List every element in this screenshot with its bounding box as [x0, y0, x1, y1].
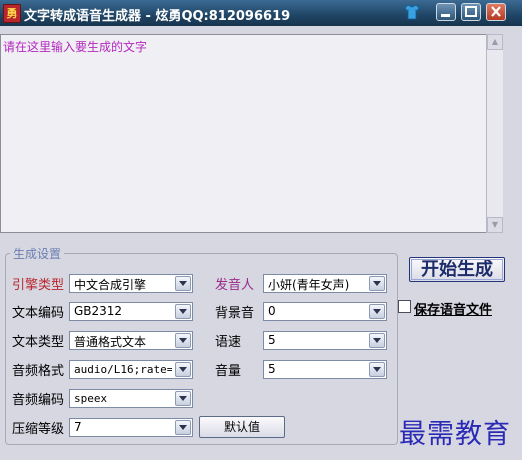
- speed-label: 语速: [215, 335, 242, 350]
- audio-encoding-label: 音频编码: [12, 393, 65, 408]
- text-area-scrollbar[interactable]: ▲ ▼: [486, 34, 503, 233]
- chevron-down-icon[interactable]: [369, 362, 385, 377]
- chevron-down-icon[interactable]: [369, 276, 385, 291]
- chevron-down-icon[interactable]: [175, 304, 191, 319]
- chevron-down-icon[interactable]: [175, 420, 191, 435]
- maximize-button[interactable]: [461, 3, 481, 21]
- scroll-down-icon[interactable]: ▼: [487, 217, 503, 233]
- text-input-content: 请在这里输入要生成的文字: [3, 40, 148, 54]
- speaker-value: 小妍(青年女声): [268, 278, 350, 292]
- chevron-down-icon[interactable]: [369, 333, 385, 348]
- engine-type-select[interactable]: 中文合成引擎: [69, 274, 193, 293]
- chevron-down-icon[interactable]: [175, 276, 191, 291]
- watermark: 最需教育: [399, 419, 511, 450]
- background-sound-label: 背景音: [215, 306, 255, 321]
- volume-value: 5: [268, 362, 276, 376]
- chevron-down-icon[interactable]: [175, 362, 191, 377]
- audio-encoding-select[interactable]: speex: [69, 389, 193, 408]
- chevron-down-icon[interactable]: [175, 333, 191, 348]
- audio-encoding-value: speex: [74, 392, 108, 405]
- background-sound-select[interactable]: 0: [263, 302, 387, 321]
- compression-level-value: 7: [74, 420, 82, 434]
- speed-value: 5: [268, 333, 276, 347]
- text-encoding-value: GB2312: [74, 304, 123, 318]
- title-bar: 勇 文字转成语音生成器 - 炫勇QQ:812096619: [0, 0, 522, 26]
- engine-type-value: 中文合成引擎: [74, 278, 147, 292]
- compression-level-label: 压缩等级: [12, 422, 65, 437]
- text-type-label: 文本类型: [12, 335, 65, 350]
- speed-select[interactable]: 5: [263, 331, 387, 350]
- engine-type-label: 引擎类型: [12, 278, 65, 293]
- minimize-button[interactable]: [436, 3, 456, 21]
- save-audio-checkbox[interactable]: [398, 300, 411, 313]
- speaker-label: 发音人: [215, 278, 255, 293]
- chevron-down-icon[interactable]: [175, 391, 191, 406]
- close-button[interactable]: [486, 3, 506, 21]
- text-input-area[interactable]: 请在这里输入要生成的文字: [0, 34, 503, 233]
- text-encoding-label: 文本编码: [12, 306, 65, 321]
- text-type-value: 普通格式文本: [74, 335, 147, 349]
- save-audio-label[interactable]: 保存语音文件: [414, 299, 492, 318]
- maximize-icon: [465, 6, 477, 17]
- compression-level-select[interactable]: 7: [69, 418, 193, 437]
- start-generate-button[interactable]: 开始生成: [409, 257, 505, 282]
- text-encoding-select[interactable]: GB2312: [69, 302, 193, 321]
- scroll-up-icon[interactable]: ▲: [487, 34, 503, 50]
- close-icon: [491, 6, 501, 17]
- speaker-select[interactable]: 小妍(青年女声): [263, 274, 387, 293]
- background-sound-value: 0: [268, 304, 276, 318]
- audio-format-select[interactable]: audio/L16;rate=: [69, 360, 193, 379]
- audio-format-label: 音频格式: [12, 364, 65, 379]
- minimize-icon: [441, 14, 450, 17]
- audio-format-value: audio/L16;rate=: [74, 363, 172, 376]
- app-icon: 勇: [3, 4, 21, 23]
- default-values-button[interactable]: 默认值: [199, 416, 285, 438]
- volume-label: 音量: [215, 364, 242, 379]
- shirt-icon[interactable]: [403, 3, 421, 21]
- text-type-select[interactable]: 普通格式文本: [69, 331, 193, 350]
- chevron-down-icon[interactable]: [369, 304, 385, 319]
- settings-legend: 生成设置: [10, 245, 65, 262]
- volume-select[interactable]: 5: [263, 360, 387, 379]
- window-title: 文字转成语音生成器 - 炫勇QQ:812096619: [24, 9, 291, 24]
